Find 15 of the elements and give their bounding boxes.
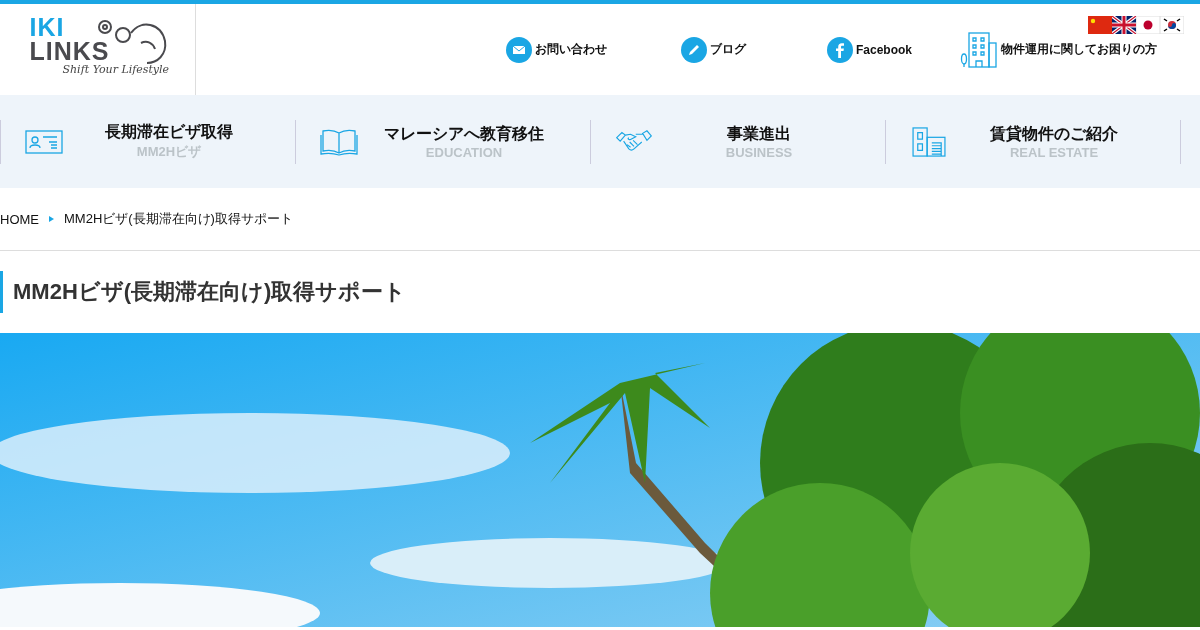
logo[interactable]: IKI LINKS Shift Your Lifestyle [22, 14, 173, 85]
header-link[interactable]: 物件運用に関してお困りの方 [960, 30, 1157, 69]
header-link[interactable]: Facebook [827, 36, 912, 63]
page-title: MM2Hビザ(長期滞在向け)取得サポート [0, 271, 1200, 313]
building-icon [960, 30, 998, 69]
breadcrumb-link[interactable]: HOME [0, 211, 39, 227]
mail-icon [506, 36, 532, 63]
header-link[interactable]: お問い合わせ [506, 36, 607, 63]
building-icon [910, 126, 948, 157]
chevron-icon [49, 216, 54, 222]
flag-icon[interactable] [1112, 16, 1136, 34]
header-link[interactable]: ブログ [681, 36, 746, 63]
breadcrumb-link[interactable]: MM2Hビザ(長期滞在向け)取得サポート [64, 210, 293, 228]
facebook-icon [827, 36, 853, 63]
pencil-icon [681, 36, 707, 63]
